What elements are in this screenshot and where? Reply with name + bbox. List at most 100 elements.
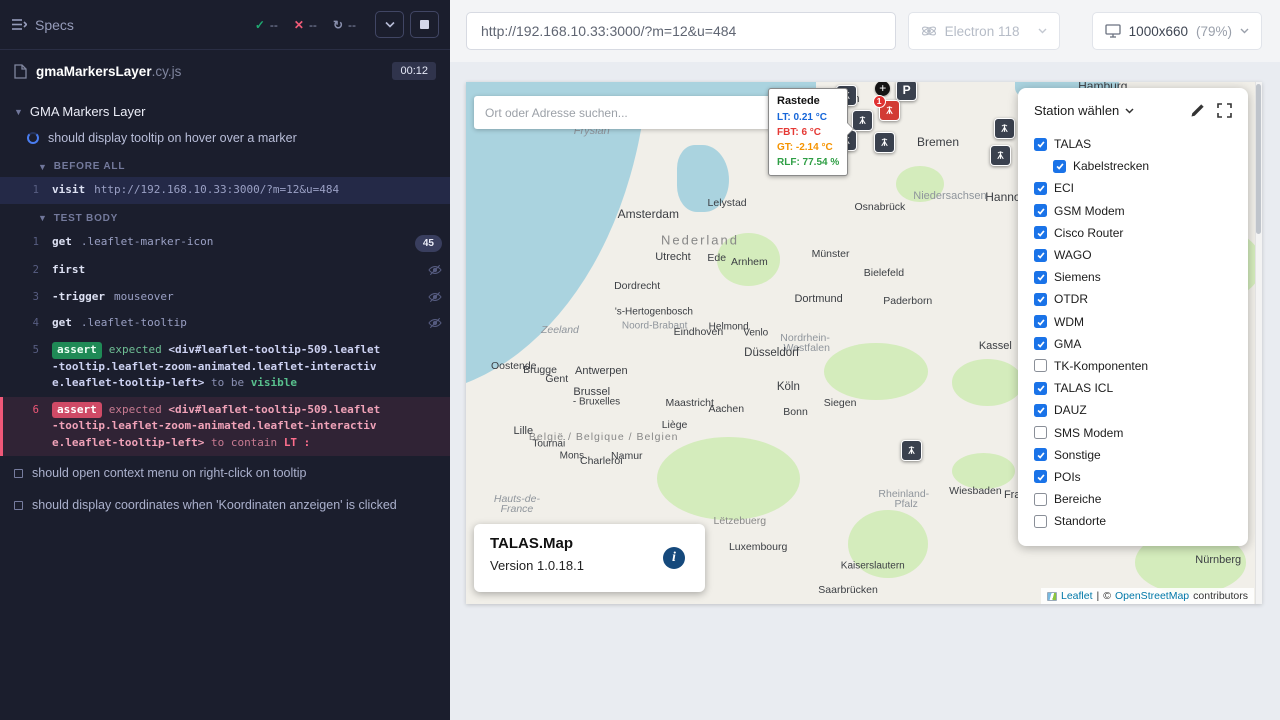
info-icon[interactable]: i [663,547,685,569]
layer-checkbox-row[interactable]: GSM Modem [1034,200,1232,222]
station-marker[interactable] [994,118,1015,139]
before-all-section[interactable]: ▼ BEFORE ALL [0,152,450,177]
layer-label: TALAS [1054,137,1091,151]
spec-timer: 00:12 [392,62,436,80]
stop-button[interactable] [411,12,438,37]
layer-checkbox-row[interactable]: SMS Modem [1034,421,1232,443]
layer-label: Siemens [1054,270,1101,284]
stat-failed: ✕-- [294,18,317,32]
checkbox-unchecked[interactable] [1034,515,1047,528]
layer-checkbox-row[interactable]: Kabelstrecken [1053,155,1232,177]
caret-down-icon: ▼ [14,107,23,117]
url-bar[interactable]: http://192.168.10.33:3000/?m=12&u=484 [466,12,896,50]
station-marker[interactable] [990,145,1011,166]
browser-selector[interactable]: Electron 118 [908,12,1060,50]
layer-checkbox-row[interactable]: OTDR [1034,288,1232,310]
checkbox-checked[interactable] [1034,271,1047,284]
checkbox-checked[interactable] [1034,470,1047,483]
layer-checkbox-row[interactable]: Bereiche [1034,488,1232,510]
station-select[interactable]: Station wählen [1034,103,1134,118]
checkbox-checked[interactable] [1034,182,1047,195]
spec-name: gmaMarkersLayer.cy.js [36,64,181,79]
layer-checkbox-row[interactable]: WDM [1034,311,1232,333]
active-test-row[interactable]: should display tooltip on hover over a m… [0,125,450,152]
layer-checkbox-row[interactable]: Standorte [1034,510,1232,532]
layer-checkbox-row[interactable]: GMA [1034,333,1232,355]
layer-checkbox-row[interactable]: WAGO [1034,244,1232,266]
checkbox-checked[interactable] [1034,337,1047,350]
search-input[interactable] [485,106,765,120]
scrollbar-thumb[interactable] [1256,84,1261,234]
map-place-label: Wiesbaden [949,485,1002,497]
checkbox-checked[interactable] [1034,448,1047,461]
app-viewport: FryslânGroningenAmsterdamLelystadNederla… [450,62,1280,720]
layer-checkbox-row[interactable]: ECI [1034,177,1232,199]
layer-checkbox-row[interactable]: TALAS ICL [1034,377,1232,399]
edit-pencil-icon[interactable] [1190,103,1205,118]
checkbox-checked[interactable] [1053,160,1066,173]
command-row[interactable]: 4get.leaflet-tooltip [0,310,450,337]
map-place-label: Namur [611,450,643,462]
cluster-expand-button[interactable]: + [875,82,890,96]
hidden-eye-icon [428,264,442,276]
command-body: assertexpected <div#leaflet-tooltip-509.… [52,342,384,392]
fullscreen-expand-icon[interactable] [1217,103,1232,118]
checkbox-checked[interactable] [1034,249,1047,262]
tooltip-value-row: FBT: 6 °C [777,125,839,140]
checkbox-checked[interactable] [1034,404,1047,417]
map-place-label: Münster [812,248,850,260]
command-row[interactable]: 1get.leaflet-marker-icon45 [0,229,450,257]
checkbox-checked[interactable] [1034,315,1047,328]
checkbox-checked[interactable] [1034,293,1047,306]
assert-text: expected [109,343,169,356]
command-number: 1 [0,182,52,199]
layer-checkbox-row[interactable]: Siemens [1034,266,1232,288]
checkbox-unchecked[interactable] [1034,493,1047,506]
specs-menu-button[interactable]: Specs [12,17,74,33]
layer-label: ECI [1054,181,1074,195]
command-number: 2 [0,262,52,279]
command-row[interactable]: 3-triggermouseover [0,284,450,311]
leaflet-map[interactable]: FryslânGroningenAmsterdamLelystadNederla… [466,82,1262,604]
parking-marker[interactable]: P [896,82,917,101]
suite-row[interactable]: ▼ GMA Markers Layer [0,98,450,125]
alarm-count-badge: 1 [873,95,886,108]
checkbox-checked[interactable] [1034,382,1047,395]
station-panel-header: Station wählen [1034,103,1232,118]
chevron-down-icon [1125,108,1134,114]
layer-checkbox-row[interactable]: Cisco Router [1034,222,1232,244]
marker-tooltip[interactable]: Rastede LT: 0.21 °CFBT: 6 °CGT: -2.14 °C… [768,88,848,176]
station-marker-alarm[interactable]: 1 [879,100,900,121]
layer-checkbox-row[interactable]: POIs [1034,466,1232,488]
layer-label: WDM [1054,315,1084,329]
layer-checkbox-row[interactable]: TALAS [1034,133,1232,155]
aut-scrollbar[interactable] [1255,82,1262,604]
checkbox-checked[interactable] [1034,138,1047,151]
checkbox-checked[interactable] [1034,226,1047,239]
collapse-all-button[interactable] [376,12,403,37]
command-row[interactable]: 6assertexpected <div#leaflet-tooltip-509… [0,397,450,457]
checkbox-checked[interactable] [1034,204,1047,217]
command-row[interactable]: 1visithttp://192.168.10.33:3000/?m=12&u=… [0,177,450,204]
layer-checkbox-row[interactable]: DAUZ [1034,399,1232,421]
layer-label: POIs [1054,470,1081,484]
layer-label: OTDR [1054,292,1088,306]
pending-test-row[interactable]: should display coordinates when 'Koordin… [0,490,450,520]
leaflet-link[interactable]: Leaflet [1061,590,1093,602]
layer-checkbox-row[interactable]: Sonstige [1034,444,1232,466]
map-place-label: Nederland [661,233,739,248]
checkbox-unchecked[interactable] [1034,426,1047,439]
pending-test-row[interactable]: should open context menu on right-click … [0,458,450,488]
checkbox-unchecked[interactable] [1034,359,1047,372]
station-marker[interactable] [901,440,922,461]
command-body: get.leaflet-tooltip [52,315,384,332]
layer-checkbox-row[interactable]: TK-Komponenten [1034,355,1232,377]
command-row[interactable]: 5assertexpected <div#leaflet-tooltip-509… [0,337,450,397]
test-body-section[interactable]: ▼ TEST BODY [0,204,450,229]
command-row[interactable]: 2first [0,257,450,284]
command-name: get [52,235,72,248]
station-marker[interactable] [874,132,895,153]
osm-link[interactable]: OpenStreetMap [1115,590,1189,602]
station-marker[interactable] [852,110,873,131]
viewport-selector[interactable]: 1000x660 (79%) [1092,12,1262,50]
